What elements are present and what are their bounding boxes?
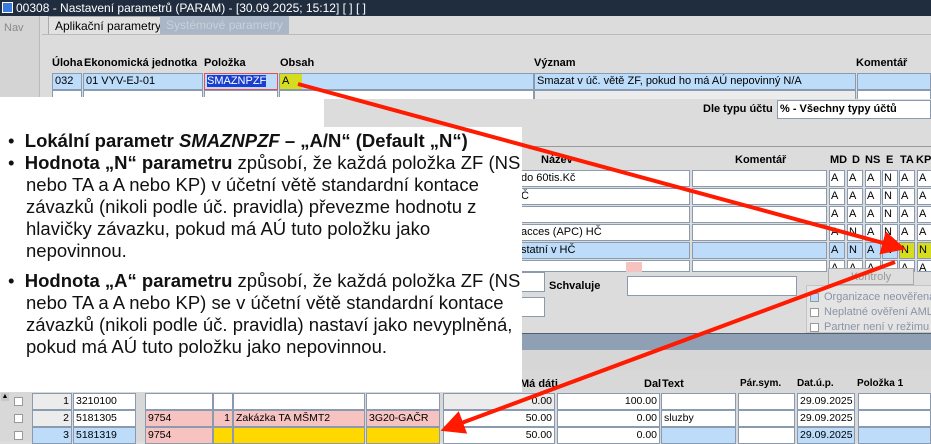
annotation-arrows <box>297 82 906 434</box>
arrow-to-ta-kp <box>297 82 906 255</box>
arrow-to-line-3 <box>440 260 896 434</box>
